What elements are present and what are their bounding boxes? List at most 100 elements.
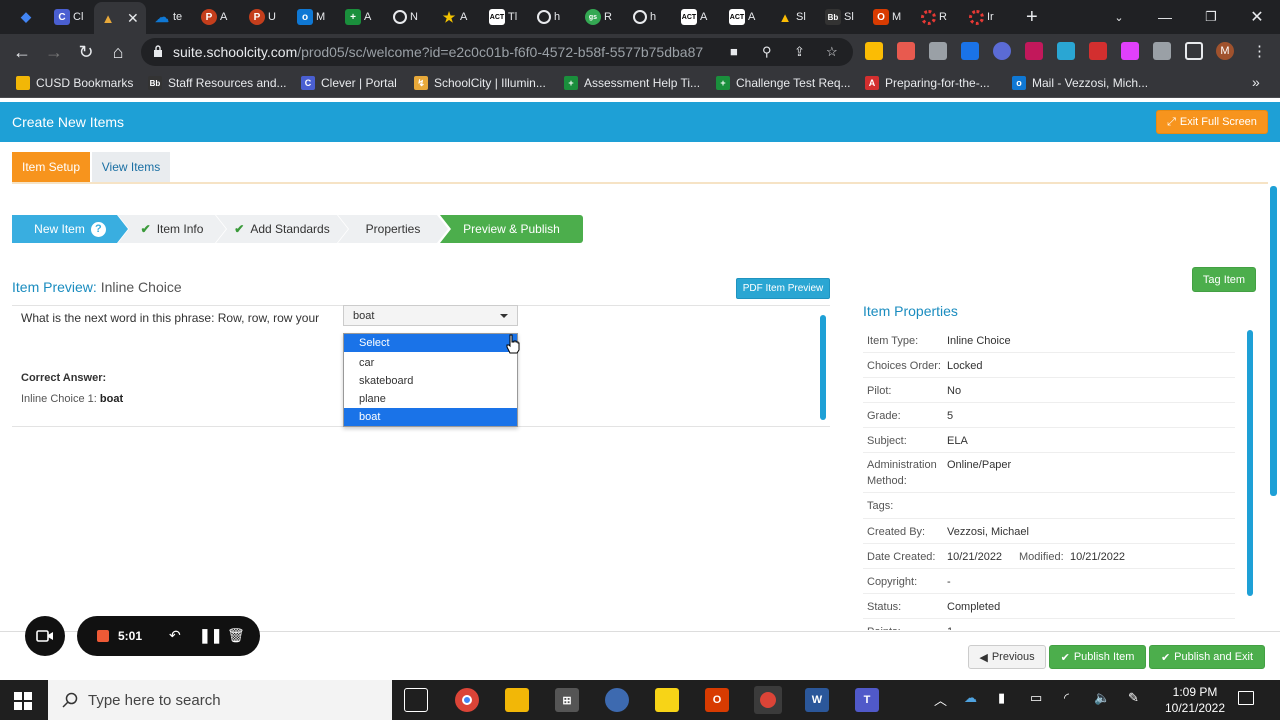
share-icon[interactable]: ⇪	[794, 44, 805, 60]
sidebar-icon[interactable]	[1185, 42, 1203, 60]
page-scrollbar[interactable]	[1270, 186, 1277, 496]
pdf-item-preview-button[interactable]: PDF Item Preview	[736, 278, 830, 299]
store-icon[interactable]: ⊞	[555, 688, 579, 712]
browser-tab[interactable]: ◆	[18, 6, 34, 28]
chrome-taskbar-icon[interactable]	[455, 688, 479, 712]
browser-tab[interactable]: ★ A	[441, 6, 468, 28]
browser-tab[interactable]: PU	[249, 6, 276, 28]
tag-item-button[interactable]: Tag Item	[1192, 267, 1256, 292]
more-bookmarks-icon[interactable]: »	[1252, 74, 1260, 90]
close-tab-icon[interactable]: ✕	[127, 10, 139, 27]
windows-start-icon[interactable]	[14, 692, 32, 710]
volume-icon[interactable]: 🔈	[1094, 690, 1110, 706]
browser-tab[interactable]: Bb Sl	[825, 6, 854, 28]
browser-tab[interactable]: h	[633, 6, 656, 28]
battery-icon[interactable]: ▭	[1030, 690, 1042, 706]
step-properties[interactable]: Properties	[338, 215, 448, 243]
color-extension-icon[interactable]	[993, 42, 1011, 60]
browser-tab[interactable]: ACT A	[729, 6, 755, 28]
browser-tab[interactable]: PA	[201, 6, 227, 28]
undo-icon[interactable]: ↶	[169, 627, 181, 644]
new-tab-plus-icon[interactable]: +	[1026, 6, 1038, 28]
step-add-standards[interactable]: ✔ Add Standards	[216, 215, 348, 243]
trash-icon[interactable]: 🗑	[227, 627, 245, 644]
profile-avatar[interactable]: M	[1216, 42, 1234, 60]
file-explorer-icon[interactable]	[505, 688, 529, 712]
minimize-icon[interactable]: —	[1142, 0, 1188, 34]
tab-view-items[interactable]: View Items	[92, 152, 170, 182]
usb-icon[interactable]: ▮	[998, 690, 1005, 706]
bookmark-star-icon[interactable]: ☆	[826, 44, 838, 60]
puzzle-icon[interactable]	[1153, 42, 1171, 60]
pin-extension-icon[interactable]	[961, 42, 979, 60]
browser-tab[interactable]: OM	[873, 6, 901, 28]
bookmark-item[interactable]: o Mail - Vezzosi, Mich...	[1012, 76, 1148, 90]
bookmark-item[interactable]: CUSD Bookmarks	[16, 76, 133, 90]
publish-item-button[interactable]: ✔ Publish Item	[1049, 645, 1146, 669]
dropdown-option[interactable]: car	[344, 354, 517, 372]
recorder-camera-button[interactable]	[25, 616, 65, 656]
browser-tab[interactable]: gs R	[585, 6, 612, 28]
teams-icon[interactable]: T	[855, 688, 879, 712]
drive-extension-icon[interactable]	[865, 42, 883, 60]
properties-scrollbar[interactable]	[1247, 330, 1253, 596]
previous-button[interactable]: ◀ Previous	[968, 645, 1046, 669]
step-item-info[interactable]: ✔ Item Info	[118, 215, 226, 243]
dropdown-option[interactable]: boat	[344, 408, 517, 426]
browser-tab-active[interactable]: ▲ ✕	[94, 2, 146, 34]
dropdown-option[interactable]: plane	[344, 390, 517, 408]
bookmark-item[interactable]: + Assessment Help Ti...	[564, 76, 700, 90]
menu-dots-icon[interactable]: ⋮	[1252, 42, 1267, 60]
reload-icon[interactable]: ↻	[74, 40, 98, 64]
inline-choice-select[interactable]: boat	[343, 305, 518, 326]
step-preview-publish[interactable]: Preview & Publish	[440, 215, 583, 243]
bookmark-item[interactable]: + Challenge Test Req...	[716, 76, 851, 90]
preview-scrollbar[interactable]	[820, 315, 826, 420]
address-bar[interactable]: suite.schoolcity.com/prod05/sc/welcome?i…	[141, 38, 853, 66]
help-icon[interactable]: ?	[90, 221, 106, 237]
browser-tab[interactable]: oM	[297, 6, 325, 28]
paint-icon[interactable]	[605, 688, 629, 712]
extension-icon[interactable]	[929, 42, 947, 60]
back-arrow-icon[interactable]: ←	[10, 40, 34, 64]
publish-and-exit-button[interactable]: ✔ Publish and Exit	[1149, 645, 1265, 669]
restore-icon[interactable]: ❐	[1188, 0, 1234, 34]
browser-tab[interactable]: + A	[345, 6, 371, 28]
tab-item-setup[interactable]: Item Setup	[12, 152, 90, 182]
onedrive-icon[interactable]: ☁	[964, 690, 977, 706]
browser-tab[interactable]: Ir	[969, 6, 994, 28]
close-window-icon[interactable]: ✕	[1234, 0, 1280, 34]
camera-icon[interactable]: ■	[730, 44, 738, 59]
browser-tab[interactable]: N	[393, 6, 418, 28]
bookmark-item[interactable]: Bb Staff Resources and...	[148, 76, 287, 90]
sticky-notes-icon[interactable]	[655, 688, 679, 712]
bookmark-item[interactable]: ↯ SchoolCity | Illumin...	[414, 76, 546, 90]
extension-icon[interactable]	[1121, 42, 1139, 60]
home-icon[interactable]: ⌂	[106, 40, 130, 64]
screencast-extension-icon[interactable]	[897, 42, 915, 60]
wifi-icon[interactable]: ◜	[1064, 690, 1069, 706]
forward-arrow-icon[interactable]: →	[42, 40, 66, 64]
browser-tab[interactable]: ACT Tl	[489, 6, 517, 28]
chevron-up-icon[interactable]: ︿	[934, 690, 947, 709]
exit-fullscreen-button[interactable]: ⤢ Exit Full Screen	[1156, 110, 1268, 134]
pen-icon[interactable]: ✎	[1128, 690, 1139, 706]
pause-icon[interactable]: ❚❚	[199, 627, 222, 644]
bookmark-item[interactable]: C Clever | Portal	[301, 76, 397, 90]
taskbar-clock[interactable]: 1:09 PM 10/21/2022	[1158, 684, 1232, 716]
zoom-icon[interactable]: ⚲	[762, 44, 772, 60]
tab-search-chevron-icon[interactable]: ⌄	[1096, 0, 1142, 34]
browser-tab[interactable]: R	[921, 6, 947, 28]
extension-icon[interactable]	[1025, 42, 1043, 60]
pdf-extension-icon[interactable]	[1089, 42, 1107, 60]
browser-tab[interactable]: h	[537, 6, 560, 28]
stop-recording-icon[interactable]	[97, 630, 109, 642]
browser-tab[interactable]: ☁ te	[154, 6, 182, 28]
office-taskbar-icon[interactable]: O	[705, 688, 729, 712]
chrome-profile-taskbar-icon[interactable]	[754, 686, 782, 714]
dropdown-option[interactable]: skateboard	[344, 372, 517, 390]
bookmark-item[interactable]: A Preparing-for-the-...	[865, 76, 990, 90]
browser-tab[interactable]: ▲ Sl	[777, 6, 806, 28]
browser-tab[interactable]: C Cl	[54, 6, 83, 28]
word-icon[interactable]: W	[805, 688, 829, 712]
